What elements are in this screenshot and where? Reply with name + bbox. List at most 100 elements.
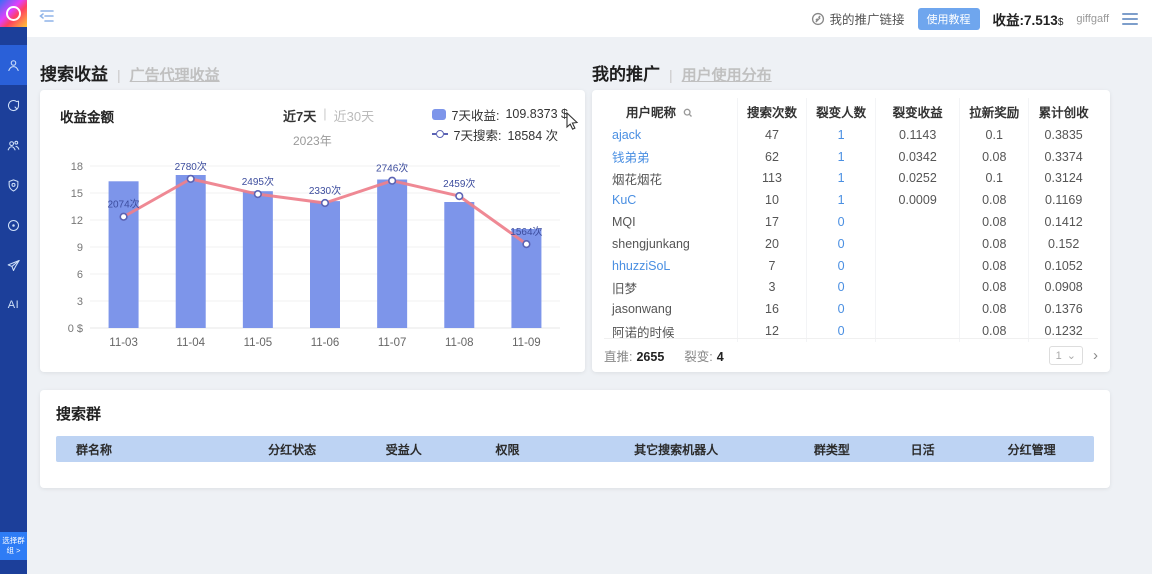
promo-table: 用户昵称 搜索次数裂变人数裂变收益拉新奖励累计创收 ajack4710.1143…	[604, 98, 1098, 342]
promo-footer: 直推:2655 裂变:4 1⌄ ›	[604, 338, 1098, 372]
promo-cell-searches: 20	[737, 233, 806, 255]
promo-cell-referral: 0.08	[960, 189, 1029, 211]
select-group-badge-line1: 选择群	[1, 536, 26, 546]
svg-text:2459次: 2459次	[443, 177, 475, 190]
promo-cell-fission[interactable]: 1	[807, 168, 876, 190]
groups-col-header: 群名称	[56, 441, 227, 458]
sidebar-item-chat[interactable]	[0, 85, 27, 125]
table-row: ajack4710.11430.10.3835	[604, 124, 1098, 146]
table-row: jasonwang1600.080.1376	[604, 298, 1098, 320]
sidebar-item-shield[interactable]	[0, 165, 27, 205]
table-row: KuC1010.00090.080.1169	[604, 189, 1098, 211]
promo-cell-fission[interactable]: 0	[807, 298, 876, 320]
promo-cell-total: 0.3124	[1029, 168, 1098, 190]
topbar: 我的推广链接 使用教程 收益:7.513$ giffgaff	[27, 0, 1152, 37]
svg-text:9: 9	[77, 242, 83, 254]
promo-cell-nickname[interactable]: KuC	[604, 189, 737, 211]
next-page-button[interactable]: ›	[1093, 347, 1098, 364]
promo-cell-fission_income	[876, 255, 960, 277]
page-select[interactable]: 1⌄	[1049, 346, 1083, 365]
revenue-chart: 1815129630 $2074次2780次2495次2330次2746次245…	[55, 152, 570, 367]
chart-legend: 7天收益: 109.8373 $ 7天搜索: 18584 次	[432, 104, 569, 144]
promo-cell-nickname[interactable]: ajack	[604, 124, 737, 146]
promo-cell-referral: 0.1	[960, 168, 1029, 190]
promo-cell-fission[interactable]: 0	[807, 211, 876, 233]
tutorial-button[interactable]: 使用教程	[918, 8, 980, 30]
svg-text:0 $: 0 $	[68, 323, 83, 335]
tab-my-promo[interactable]: 我的推广	[592, 60, 660, 85]
promo-cell-nickname[interactable]: 钱弟弟	[604, 146, 737, 168]
promo-cell-nickname[interactable]: hhuzziSoL	[604, 255, 737, 277]
app-logo[interactable]	[0, 0, 27, 27]
collapse-sidebar-icon[interactable]	[39, 8, 55, 29]
promo-cell-fission[interactable]: 0	[807, 277, 876, 299]
promo-cell-nickname: MQI	[604, 211, 737, 233]
range-separator: |	[323, 106, 326, 125]
promo-col-header: 裂变收益	[876, 98, 960, 124]
groups-col-header: 日活	[876, 441, 969, 458]
promo-cell-fission[interactable]: 0	[807, 255, 876, 277]
promo-cell-nickname: 烟花烟花	[604, 168, 737, 190]
promo-cell-total: 0.0908	[1029, 277, 1098, 299]
range-30days-tab[interactable]: 近30天	[334, 106, 374, 125]
tab-ad-agency-revenue[interactable]: 广告代理收益	[130, 64, 220, 85]
promo-cell-fission[interactable]: 1	[807, 124, 876, 146]
revenue-currency: $	[1058, 17, 1064, 28]
direct-count: 直推:2655	[604, 346, 664, 365]
select-group-badge-line2: 组 >	[1, 546, 26, 556]
sidebar-item-send[interactable]	[0, 245, 27, 285]
promo-col-header: 裂变人数	[807, 98, 876, 124]
promo-cell-fission_income	[876, 233, 960, 255]
promo-cell-fission_income: 0.1143	[876, 124, 960, 146]
promo-cell-nickname: jasonwang	[604, 298, 737, 320]
tab-separator: |	[669, 67, 673, 83]
caret-down-icon: ⌄	[1067, 349, 1076, 362]
promo-cell-searches: 62	[737, 146, 806, 168]
groups-col-header: 分红状态	[227, 441, 357, 458]
sidebar-item-target[interactable]	[0, 205, 27, 245]
promo-cell-fission[interactable]: 1	[807, 189, 876, 211]
promo-cell-searches: 16	[737, 298, 806, 320]
promo-cell-searches: 113	[737, 168, 806, 190]
range-7days-tab[interactable]: 近7天	[283, 106, 316, 125]
promo-cell-fission[interactable]: 0	[807, 233, 876, 255]
pagination: 1⌄ ›	[1049, 346, 1098, 365]
svg-text:2074次: 2074次	[107, 198, 139, 211]
target-icon	[6, 218, 21, 233]
promo-cell-referral: 0.08	[960, 255, 1029, 277]
chat-icon	[6, 98, 21, 113]
promo-col-header[interactable]: 用户昵称	[604, 98, 737, 124]
table-row: MQI1700.080.1412	[604, 211, 1098, 233]
groups-col-header: 分红管理	[969, 441, 1094, 458]
promo-cell-fission[interactable]: 1	[807, 146, 876, 168]
svg-text:3: 3	[77, 296, 83, 308]
tab-search-revenue[interactable]: 搜索收益	[40, 60, 108, 85]
svg-text:2780次: 2780次	[175, 160, 207, 173]
svg-text:2330次: 2330次	[309, 184, 341, 197]
promo-cell-total: 0.1412	[1029, 211, 1098, 233]
menu-icon[interactable]	[1122, 13, 1138, 25]
tab-user-usage-distribution[interactable]: 用户使用分布	[682, 64, 772, 85]
svg-text:11-07: 11-07	[378, 337, 407, 349]
year-label: 2023年	[293, 132, 332, 149]
promo-cell-fission_income	[876, 298, 960, 320]
sidebar-item-ai[interactable]: AI	[0, 285, 27, 325]
legend-revenue-value: 109.8373 $	[505, 107, 568, 121]
revenue-display: 收益:7.513$	[993, 9, 1064, 29]
promo-cell-total: 0.1169	[1029, 189, 1098, 211]
promo-cell-referral: 0.08	[960, 233, 1029, 255]
sidebar-item-team[interactable]	[0, 125, 27, 165]
search-icon[interactable]	[680, 106, 693, 120]
groups-col-header: 其它搜索机器人	[565, 441, 788, 458]
table-row: 烟花烟花11310.02520.10.3124	[604, 168, 1098, 190]
table-row: 钱弟弟6210.03420.080.3374	[604, 146, 1098, 168]
svg-text:6: 6	[77, 269, 83, 281]
select-group-badge[interactable]: 选择群 组 >	[0, 532, 27, 560]
legend-search-label: 7天搜索:	[454, 125, 502, 144]
sidebar-item-user[interactable]	[0, 45, 27, 85]
promo-cell-fission_income: 0.0252	[876, 168, 960, 190]
promo-cell-total: 0.152	[1029, 233, 1098, 255]
promo-cell-referral: 0.08	[960, 146, 1029, 168]
my-promo-link[interactable]: 我的推广链接	[811, 9, 905, 28]
sidebar: AI 选择群 组 >	[0, 0, 27, 574]
